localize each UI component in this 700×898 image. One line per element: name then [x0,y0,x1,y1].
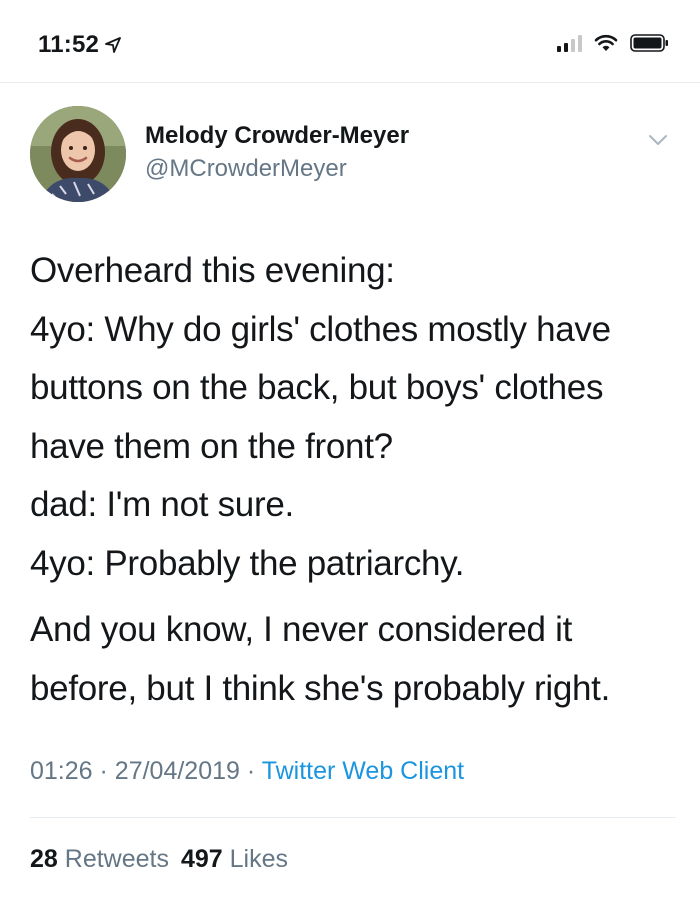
tweet-line: 4yo: Why do girls' clothes mostly have [30,309,611,349]
tweet-time: 01:26 [30,757,93,785]
author-handle[interactable]: @MCrowderMeyer [145,155,347,183]
tweet-date: 27/04/2019 [114,757,240,785]
status-time: 11:52 [38,31,121,59]
profile-photo-icon [30,106,126,202]
tweet-text: Overheard this evening: 4yo: Why do girl… [30,242,680,718]
retweets-stat[interactable]: 28 Retweets [30,845,169,873]
likes-label: Likes [229,845,289,873]
status-time-text: 11:52 [38,31,100,58]
author-name[interactable]: Melody Crowder-Meyer [145,122,409,150]
meta-separator: · [99,757,108,785]
location-arrow-icon [105,37,121,53]
divider [30,817,676,818]
tweet-line: Overheard this evening: [30,251,395,290]
tweet-meta: 01:26 · 27/04/2019 · Twitter Web Client [30,757,464,786]
tweet-line: buttons on the back, but boys' clothes [30,368,604,407]
avatar[interactable] [30,106,126,202]
retweets-label: Retweets [64,845,169,873]
retweets-count: 28 [30,845,58,873]
status-icons [557,33,670,53]
tweet-line: 4yo: Probably the patriarchy. [30,543,465,583]
tweet-header: Melody Crowder-Meyer @MCrowderMeyer [0,100,700,210]
status-bar: 11:52 [0,0,700,83]
likes-stat[interactable]: 497 Likes [181,845,288,873]
tweet-client-link[interactable]: Twitter Web Client [262,757,464,785]
tweet-line: dad: I'm not sure. [30,485,294,524]
tweet-line: have them on the front? [30,426,393,466]
chevron-down-icon[interactable] [646,128,670,152]
tweet-line: before, but I think she's probably right… [30,668,611,708]
likes-count: 497 [180,845,223,873]
tweet-paragraph: Overheard this evening: 4yo: Why do girl… [30,242,680,593]
tweet-line: And you know, I never considered it [30,610,573,649]
battery-icon [630,34,668,52]
tweet-stats: 28 Retweets 497 Likes [30,845,288,874]
meta-separator: · [246,757,256,785]
cellular-signal-icon [557,34,582,52]
wifi-icon [594,34,618,51]
tweet-paragraph: And you know, I never considered it befo… [30,601,680,718]
